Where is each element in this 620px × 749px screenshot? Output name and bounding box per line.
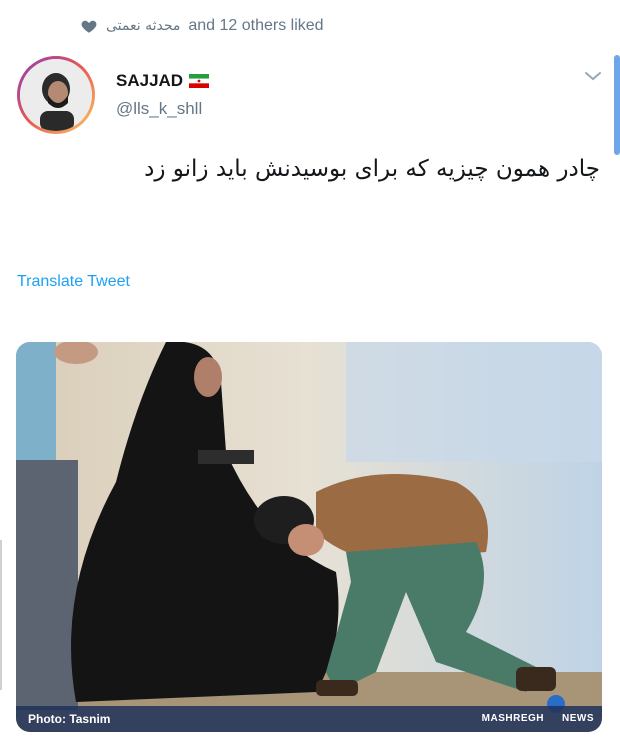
display-name[interactable]: SAJJAD <box>116 71 183 91</box>
scrollbar[interactable] <box>614 55 620 155</box>
social-context-row: محدثه نعمتی and 12 others liked <box>80 14 324 38</box>
left-edge-divider <box>0 540 2 690</box>
avatar[interactable] <box>17 56 95 134</box>
photo-scene <box>16 342 602 732</box>
photo-source: MASHREGH NEWS <box>482 713 594 724</box>
avatar-photo <box>20 59 92 131</box>
photo-credit: Photo: Tasnim <box>28 712 111 726</box>
author-name-row[interactable]: SAJJAD <box>116 71 210 91</box>
liker-name[interactable]: محدثه نعمتی <box>106 18 180 34</box>
source-right: NEWS <box>562 713 594 724</box>
heart-icon <box>81 20 97 33</box>
tweet-text: چادر همون چیزیه که برای بوسیدنش باید زان… <box>144 156 600 182</box>
photo-caption-bar: Photo: Tasnim MASHREGH NEWS <box>16 706 602 732</box>
tweet-photo[interactable]: Photo: Tasnim MASHREGH NEWS <box>16 342 602 732</box>
chevron-down-icon[interactable] <box>583 66 603 86</box>
translate-tweet-link[interactable]: Translate Tweet <box>17 273 130 291</box>
user-handle[interactable]: @lls_k_shll <box>116 99 202 119</box>
iran-flag-icon <box>189 74 210 88</box>
liked-count-text: and 12 others liked <box>188 17 324 34</box>
source-left: MASHREGH <box>481 713 544 724</box>
